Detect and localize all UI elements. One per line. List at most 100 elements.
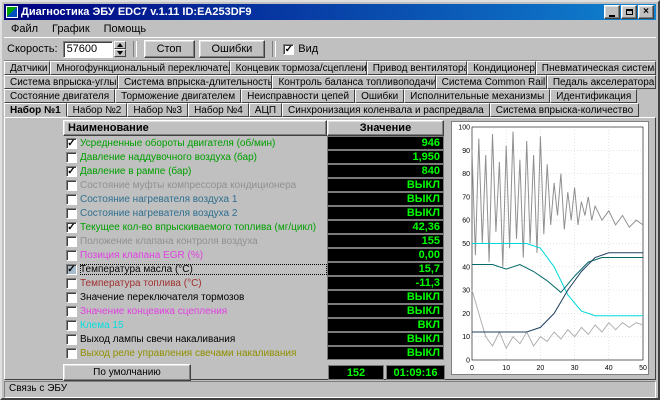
table-row[interactable]: Значение переключателя тормозовВЫКЛ [63,290,445,304]
tab[interactable]: Система впрыска-длительность [118,75,273,89]
tab[interactable]: Многофункциональный переключатель [50,61,229,75]
tab[interactable]: Датчики [4,61,50,75]
tab[interactable]: Набор №4 [188,103,249,117]
row-checkbox[interactable] [63,348,80,359]
speed-up-button[interactable] [114,41,126,49]
speed-down-button[interactable] [114,49,126,57]
chart-panel: 010203040506070809010001020304050 [451,121,649,375]
tab[interactable]: Идентификация [550,89,637,103]
tab[interactable]: Контроль баланса топливоподачи [272,75,435,89]
row-checkbox[interactable] [63,278,80,289]
arrow-down-icon [117,51,123,55]
checkbox-unchecked-icon [66,320,77,331]
row-checkbox[interactable] [63,194,80,205]
row-label: Выход лампы свечи накаливания [80,334,327,345]
table-row[interactable]: Состояние нагревателя воздуха 2ВЫКЛ [63,206,445,220]
arrow-up-icon [117,43,123,47]
tab[interactable]: Торможение двигателем [115,89,241,103]
table-row[interactable]: ✓Температура масла (°C)15,7 [63,262,445,276]
checkbox-checked-icon: ✓ [66,166,77,177]
checkbox-unchecked-icon [66,334,77,345]
speed-value[interactable]: 57600 [63,41,113,58]
svg-text:50: 50 [639,365,647,372]
tab[interactable]: Набор №1 [4,103,67,117]
row-checkbox[interactable]: ✓ [63,166,80,177]
row-checkbox[interactable]: ✓ [63,222,80,233]
row-label: Температура топлива (°C) [80,278,327,289]
tab[interactable]: Состояние двигателя [4,89,115,103]
view-checkbox[interactable]: ✓ [283,44,294,55]
chart-plot: 010203040506070809010001020304050 [452,122,648,374]
tab[interactable]: Кондиционер [467,61,536,75]
row-checkbox[interactable]: ✓ [63,138,80,149]
svg-text:0: 0 [466,358,470,365]
menu-item-1[interactable]: График [45,22,97,36]
table-row[interactable]: Состояние муфты компрессора кондиционера… [63,178,445,192]
row-label: Текущее кол-во впрыскиваемого топлива (м… [80,222,327,233]
table-row[interactable]: Значение концевика сцепленияВЫКЛ [63,304,445,318]
tab[interactable]: Набор №2 [67,103,128,117]
row-checkbox[interactable] [63,208,80,219]
row-value: ВЫКЛ [327,332,444,346]
frame-counter: 152 [328,365,384,380]
tab[interactable]: Ошибки [355,89,404,103]
row-checkbox[interactable] [63,180,80,191]
tab[interactable]: Система впрыска-углы [4,75,118,89]
tab[interactable]: АЦП [249,103,282,117]
table-row[interactable]: Клема 15ВКЛ [63,318,445,332]
tab[interactable]: Привод вентилятора [367,61,467,75]
tab[interactable]: Пневматическая система [536,61,656,75]
table-row[interactable]: Выход лампы свечи накаливанияВЫКЛ [63,332,445,346]
close-button[interactable]: × [638,5,654,19]
minimize-button[interactable] [604,5,620,19]
menu-item-2[interactable]: Помощь [97,22,154,36]
row-label: Выход реле управления свечами накаливани… [80,348,327,359]
table-row[interactable]: Позиция клапана EGR (%)0,00 [63,248,445,262]
row-checkbox[interactable] [63,334,80,345]
tab[interactable]: Концевик тормоза/сцепления [230,61,367,75]
row-checkbox[interactable] [63,320,80,331]
errors-button[interactable]: Ошибки [199,40,266,58]
table-row[interactable]: Давление наддувочного воздуха (бар)1,950 [63,150,445,164]
maximize-button[interactable] [621,5,637,19]
tab[interactable]: Система Common Rail [436,75,547,89]
checkbox-unchecked-icon [66,236,77,247]
table-row[interactable]: ✓Текущее кол-во впрыскиваемого топлива (… [63,220,445,234]
table-row[interactable]: ✓Усредненные обороты двигателя (об/мин)9… [63,136,445,150]
row-value: 840 [327,164,444,178]
row-checkbox[interactable] [63,250,80,261]
table-row[interactable]: ✓Давление в рампе (бар)840 [63,164,445,178]
tab[interactable]: Набор №3 [127,103,188,117]
stop-button[interactable]: Стоп [144,40,195,58]
table-body: ✓Усредненные обороты двигателя (об/мин)9… [63,136,445,360]
svg-text:40: 40 [605,365,613,372]
tab[interactable]: Синхронизация коленвала и распредвала [282,103,490,117]
table-header: Наименование Значение [63,120,445,136]
row-checkbox[interactable] [63,236,80,247]
tab[interactable]: Неисправности цепей [241,89,355,103]
row-checkbox[interactable] [63,292,80,303]
table-row[interactable]: Положение клапана контроля воздуха155 [63,234,445,248]
row-value: 15,7 [327,262,444,276]
tab[interactable]: Система впрыска-количество [490,103,639,117]
row-checkbox[interactable]: ✓ [63,264,80,275]
checkbox-unchecked-icon [66,180,77,191]
row-label: Температура масла (°C) [80,264,327,275]
table-row[interactable]: Состояние нагревателя воздуха 1ВЫКЛ [63,192,445,206]
tab[interactable]: Исполнительные механизмы [404,89,550,103]
row-value: ВЫКЛ [327,178,444,192]
table-row[interactable]: Температура топлива (°C)-11,3 [63,276,445,290]
table-row[interactable]: Выход реле управления свечами накаливани… [63,346,445,360]
menu-item-0[interactable]: Файл [4,22,45,36]
checkbox-unchecked-icon [66,348,77,359]
speed-input[interactable]: 57600 [63,41,126,58]
titlebar: Диагностика ЭБУ EDC7 v.1.11 ID:EA253DF9 … [4,4,656,20]
svg-text:60: 60 [462,218,470,225]
default-button[interactable]: По умолчанию [63,364,191,381]
row-label: Состояние нагревателя воздуха 2 [80,208,327,219]
row-checkbox[interactable] [63,306,80,317]
row-checkbox[interactable] [63,152,80,163]
row-label: Значение переключателя тормозов [80,292,327,303]
svg-text:30: 30 [571,365,579,372]
tab[interactable]: Педаль акселератора [547,75,656,89]
